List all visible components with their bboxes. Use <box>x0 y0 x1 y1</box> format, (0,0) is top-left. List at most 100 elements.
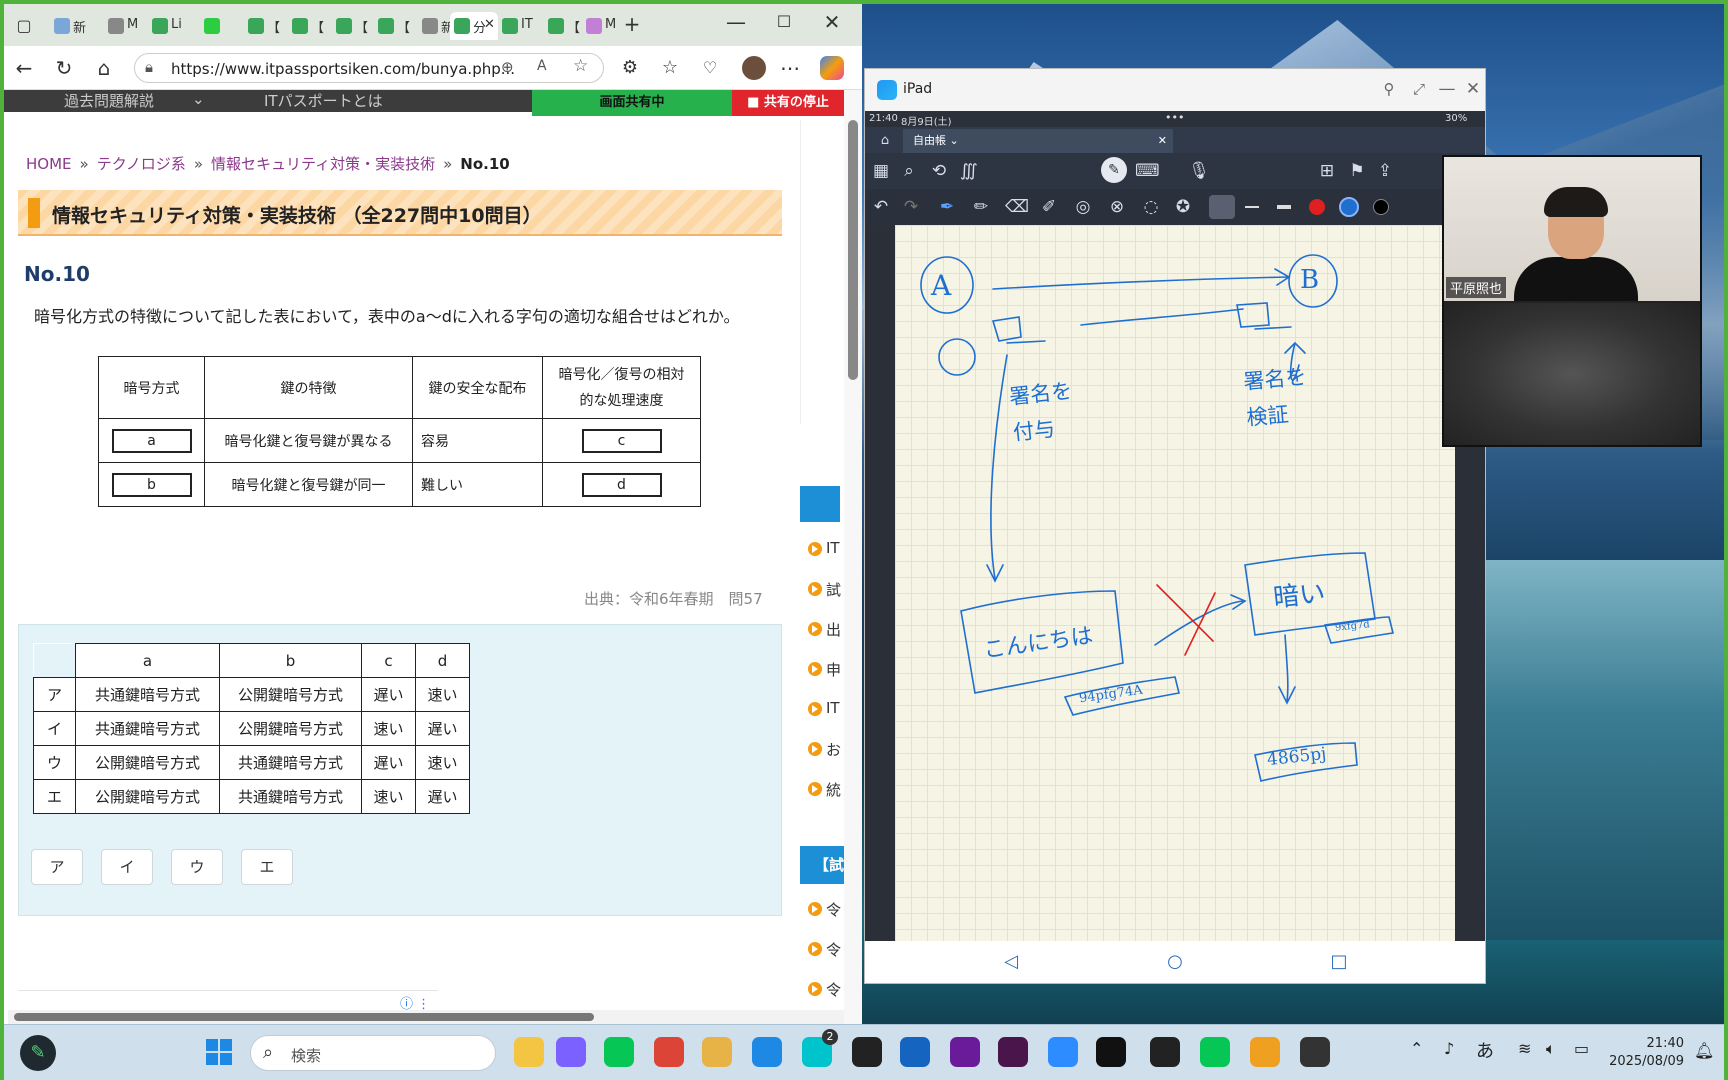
select-tool-icon[interactable]: ◌ <box>1139 197 1163 217</box>
thin-stroke-option[interactable] <box>1209 195 1235 219</box>
color-blue-swatch[interactable] <box>1339 197 1359 217</box>
keyboard-icon[interactable]: ⌨ <box>1135 161 1160 181</box>
mic-tray-icon[interactable]: ♪ <box>1444 1039 1454 1058</box>
favorites-icon[interactable]: ☆ <box>658 56 682 80</box>
start-windows-icon[interactable] <box>206 1039 232 1065</box>
browser-tab[interactable]: M <box>582 12 616 40</box>
wifi-icon[interactable]: ≋ <box>1518 1039 1531 1058</box>
browser-tab[interactable]: 【 <box>544 12 580 40</box>
browser-tab[interactable]: M <box>104 12 138 40</box>
sidebar-link[interactable]: 統 <box>800 770 844 810</box>
browser-tab[interactable]: Li <box>148 12 182 40</box>
taskbar-clock[interactable]: 21:40 2025/08/09 <box>1604 1035 1684 1071</box>
tab-actions-icon[interactable]: ▢ <box>12 14 36 38</box>
maps-icon[interactable] <box>900 1037 930 1067</box>
notification-bell-icon[interactable]: 🔔︎ <box>1694 1041 1714 1060</box>
sidebar-link[interactable]: IT <box>800 530 844 570</box>
nav-past-exams[interactable]: 過去問題解説 <box>64 90 154 111</box>
edge-icon[interactable] <box>752 1037 782 1067</box>
note-tab[interactable]: 自由帳 ⌄ ✕ <box>903 129 1173 153</box>
zoom-icon[interactable] <box>1048 1037 1078 1067</box>
power-app-icon[interactable] <box>950 1037 980 1067</box>
copilot-app-icon[interactable] <box>556 1037 586 1067</box>
browser-tab[interactable]: 分 ✕ <box>450 12 498 40</box>
browser-tab[interactable]: 【 <box>332 12 368 40</box>
sidebar-link[interactable]: 出 <box>800 610 844 650</box>
highlighter-tool-icon[interactable]: ✐ <box>1037 197 1061 217</box>
new-tab-button[interactable]: + <box>620 12 644 36</box>
close-icon[interactable]: ✕ <box>1461 79 1485 99</box>
lasso-tool-icon[interactable]: ⊗ <box>1105 197 1129 217</box>
sidebar-link[interactable]: IT <box>800 690 844 730</box>
pen-tool-icon[interactable]: ✒ <box>935 197 959 217</box>
url-bar[interactable]: 🔒︎ https://www.itpassportsiken.com/bunya… <box>134 53 604 83</box>
sidebar-exam-link[interactable]: 令 <box>800 970 844 1010</box>
read-aloud-icon[interactable]: A <box>537 58 547 74</box>
breadcrumb-security[interactable]: 情報セキュリティ対策・実装技術 <box>211 155 435 173</box>
maximize-button[interactable]: ☐ <box>772 10 796 34</box>
chatgpt-icon[interactable] <box>852 1037 882 1067</box>
share-icon[interactable]: ⇪ <box>1373 161 1397 181</box>
files-icon[interactable] <box>702 1037 732 1067</box>
refresh-icon[interactable]: ↻ <box>52 56 76 80</box>
lasso-icon[interactable]: ⟲ <box>927 161 951 181</box>
chrome-icon[interactable] <box>654 1037 684 1067</box>
browser-tab[interactable]: IT <box>498 12 533 40</box>
browser-tab[interactable]: 【 <box>374 12 410 40</box>
ad-info-icon[interactable]: ⓘ ⋮ <box>400 993 430 1010</box>
file-explorer-icon[interactable] <box>514 1037 544 1067</box>
color-black-swatch[interactable] <box>1373 199 1389 215</box>
widgets-pen-icon[interactable]: ✎ <box>20 1035 56 1071</box>
choice-i-button[interactable]: イ <box>101 849 153 885</box>
sidebar-exam-link[interactable]: 令 <box>800 890 844 930</box>
slack-icon[interactable] <box>998 1037 1028 1067</box>
choice-a-button[interactable]: ア <box>31 849 83 885</box>
sticker-tool-icon[interactable]: ✪ <box>1171 197 1195 217</box>
grid-icon[interactable]: ▦ <box>869 161 893 181</box>
nav-home-icon[interactable]: ○ <box>1163 951 1187 972</box>
back-icon[interactable]: ← <box>12 56 36 80</box>
nav-about[interactable]: ITパスポートとは <box>264 90 383 111</box>
thick-stroke-option[interactable] <box>1277 205 1291 209</box>
browser-tab[interactable]: 新 <box>418 12 454 40</box>
choice-u-button[interactable]: ウ <box>171 849 223 885</box>
eraser-tool-icon[interactable]: ⌫ <box>1005 197 1029 217</box>
shape-tool-icon[interactable]: ◎ <box>1071 197 1095 217</box>
line-app-icon[interactable] <box>604 1037 634 1067</box>
battery-icon[interactable]: ▭ <box>1574 1039 1589 1058</box>
favorite-star-icon[interactable]: ☆ <box>573 56 588 76</box>
sidebar-link[interactable]: 申 <box>800 650 844 690</box>
add-page-icon[interactable]: ⊞ <box>1315 161 1339 181</box>
taskbar-search[interactable]: ⌕ 検索 <box>250 1035 496 1071</box>
ime-indicator[interactable]: あ <box>1476 1037 1494 1063</box>
color-red-swatch[interactable] <box>1309 199 1325 215</box>
home-icon[interactable]: ⌂ <box>92 56 116 80</box>
copilot-icon[interactable] <box>820 56 844 80</box>
extensions-icon[interactable]: ⚙ <box>618 56 642 80</box>
minimize-icon[interactable]: — <box>1435 79 1459 99</box>
pin-icon[interactable]: ⚲ <box>1377 79 1401 99</box>
sidebar-link[interactable]: お <box>800 730 844 770</box>
zoom-icon[interactable]: ⊕ <box>501 58 514 76</box>
volume-icon[interactable]: 🔈︎ <box>1546 1039 1556 1059</box>
audio-icon[interactable]: ∭ <box>957 161 981 181</box>
stop-sharing-button[interactable]: ■ 共有の停止 <box>732 90 844 116</box>
bookmark-icon[interactable]: ⚑ <box>1345 161 1369 181</box>
browser-tab[interactable]: 【 <box>288 12 324 40</box>
tray-chevron-icon[interactable]: ⌃ <box>1410 1039 1423 1058</box>
search-icon[interactable]: ⌕ <box>897 161 921 181</box>
sidebar-exam-link[interactable]: 令 <box>800 930 844 970</box>
note-canvas[interactable]: A B 署名を付与 署名を検証 こんにちは 暗い 94pfg74A 9xfg7d… <box>895 225 1455 941</box>
pencil-tool-icon[interactable]: ✏ <box>969 197 993 217</box>
pen-mode-icon[interactable]: ✎ <box>1101 157 1127 183</box>
browser-tab[interactable] <box>200 12 234 40</box>
expand-icon[interactable]: ⤢ <box>1407 79 1431 99</box>
browser-tab[interactable]: 【 <box>244 12 280 40</box>
undo-icon[interactable]: ↶ <box>869 197 893 217</box>
cursor-app-icon[interactable] <box>1096 1037 1126 1067</box>
mic-icon[interactable]: 🎙︎ <box>1187 161 1211 181</box>
close-tab-icon[interactable]: ✕ <box>484 17 495 32</box>
redo-icon[interactable]: ↷ <box>899 197 923 217</box>
browser-tab[interactable]: 新 <box>50 12 86 40</box>
vertical-scrollbar[interactable] <box>844 90 862 1024</box>
